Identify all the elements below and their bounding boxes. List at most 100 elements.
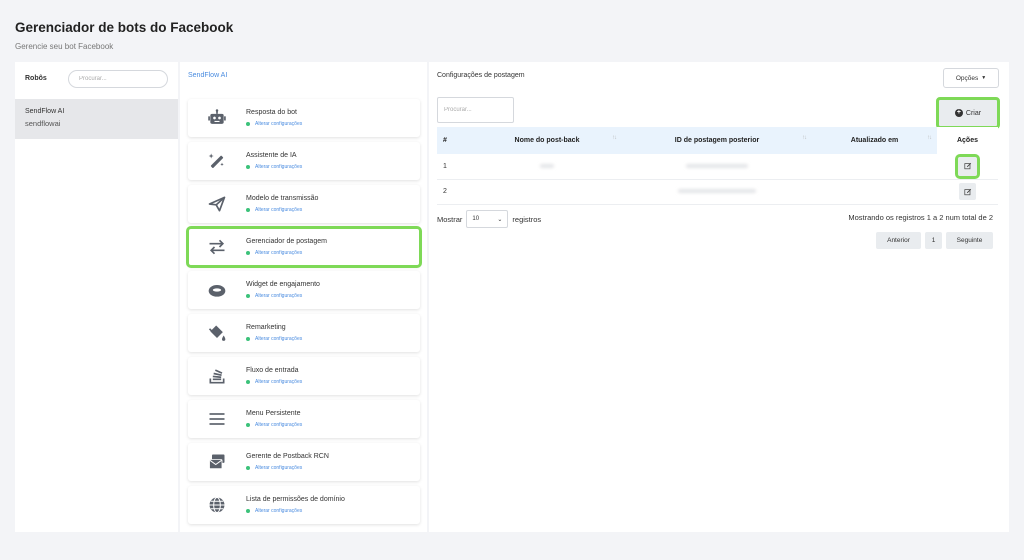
change-settings-link[interactable]: Alterar configurações	[246, 422, 302, 428]
menu-item-title: Widget de engajamento	[246, 281, 320, 288]
change-settings-link[interactable]: Alterar configurações	[246, 336, 302, 342]
paint-bucket-icon	[188, 323, 246, 343]
robot-icon	[188, 108, 246, 128]
change-settings-link[interactable]: Alterar configurações	[246, 465, 329, 471]
edit-icon	[963, 188, 971, 195]
post-settings-panel: Configurações de postagem Opções▼ + Cria…	[429, 62, 1009, 532]
status-dot-icon	[246, 165, 250, 169]
change-settings-link[interactable]: Alterar configurações	[246, 207, 318, 213]
status-dot-icon	[246, 208, 250, 212]
bot-handle: sendflowai	[25, 119, 61, 128]
bots-search-input[interactable]	[68, 69, 168, 88]
table-row: 1	[437, 153, 998, 180]
change-settings-link[interactable]: Alterar configurações	[246, 164, 302, 170]
change-settings-link[interactable]: Alterar configurações	[246, 250, 327, 256]
section-title: Configurações de postagem	[437, 72, 525, 79]
menu-item-assistente-de-ia[interactable]: Assistente de IA Alterar configurações	[188, 142, 420, 180]
table-search-input[interactable]	[437, 97, 514, 123]
updated-at-cell	[812, 154, 937, 180]
menu-item-resposta-do-bot[interactable]: Resposta do bot Alterar configurações	[188, 99, 420, 137]
pagination: Anterior 1 Seguinte	[872, 232, 993, 249]
edit-icon	[963, 163, 971, 170]
post-id-cell	[622, 179, 812, 205]
column-header-post-id[interactable]: ID de postagem posterior ↑↓	[622, 127, 812, 154]
menu-item-gerenciador-de-postagem[interactable]: Gerenciador de postagem Alterar configur…	[186, 226, 422, 268]
row-number: 1	[437, 154, 472, 180]
page-subtitle: Gerencie seu bot Facebook	[15, 42, 114, 51]
change-settings-link[interactable]: Alterar configurações	[246, 293, 320, 299]
status-dot-icon	[246, 122, 250, 126]
change-settings-link[interactable]: Alterar configurações	[246, 379, 302, 385]
bots-panel: Robôs SendFlow AI sendflowai	[15, 62, 178, 532]
next-page-button[interactable]: Seguinte	[946, 232, 993, 249]
options-dropdown-button[interactable]: Opções ▼	[943, 68, 999, 88]
previous-page-button[interactable]: Anterior	[876, 232, 921, 249]
page-length-control: Mostrar 10 ⌄ registros	[437, 210, 541, 228]
updated-at-cell	[812, 179, 937, 205]
page-length-select[interactable]: 10 ⌄	[466, 210, 509, 228]
hamburger-menu-icon	[188, 409, 246, 429]
menu-item-menu-persistente[interactable]: Menu Persistente Alterar configurações	[188, 400, 420, 438]
postback-name-cell	[472, 154, 622, 180]
bot-list-item[interactable]: SendFlow AI sendflowai	[15, 99, 178, 139]
page-title: Gerenciador de bots do Facebook	[15, 20, 234, 35]
table-row: 2	[437, 179, 998, 205]
paper-plane-icon	[188, 194, 246, 214]
menu-item-widget-de-engajamento[interactable]: Widget de engajamento Alterar configuraç…	[188, 271, 420, 309]
menu-item-gerente-de-postback-rcn[interactable]: Gerente de Postback RCN Alterar configur…	[188, 443, 420, 481]
envelopes-icon	[188, 452, 246, 472]
page-header: Gerenciador de bots do Facebook Gerencie…	[15, 20, 233, 51]
redacted-text	[540, 163, 554, 168]
post-id-cell	[622, 154, 812, 180]
status-dot-icon	[246, 423, 250, 427]
menu-item-title: Lista de permissões de domínio	[246, 496, 345, 503]
magic-wand-icon	[188, 151, 246, 171]
edit-button[interactable]	[955, 153, 980, 179]
page-1-button[interactable]: 1	[925, 232, 942, 249]
settings-menu-list: Resposta do bot Alterar configurações As…	[186, 99, 422, 529]
menu-item-title: Remarketing	[246, 324, 286, 331]
menu-item-modelo-de-transmissao[interactable]: Modelo de transmissão Alterar configuraç…	[188, 185, 420, 223]
status-dot-icon	[246, 509, 250, 513]
sort-icon: ↑↓	[612, 135, 617, 141]
menu-item-title: Modelo de transmissão	[246, 195, 319, 202]
sort-icon: ↑↓	[802, 135, 807, 141]
menu-item-lista-de-permissoes-de-dominio[interactable]: Lista de permissões de domínio Alterar c…	[188, 486, 420, 524]
column-header-actions: Ações	[937, 127, 998, 154]
bot-name: SendFlow AI	[25, 108, 65, 115]
plus-circle-icon: +	[954, 109, 963, 117]
chevron-down-icon: ⌄	[497, 216, 503, 223]
actions-cell	[937, 153, 998, 180]
postback-table: # Nome do post-back ↑↓ ID de postagem pos…	[437, 127, 998, 205]
sort-icon: ↑↓	[927, 135, 932, 141]
create-button[interactable]: + Criar	[936, 97, 1000, 129]
menu-item-title: Fluxo de entrada	[246, 367, 299, 374]
edit-button[interactable]	[959, 183, 976, 200]
inbox-stack-icon	[188, 366, 246, 386]
redacted-text	[686, 163, 748, 168]
length-suffix: registros	[512, 214, 542, 224]
menu-item-title: Resposta do bot	[246, 109, 297, 116]
globe-icon	[188, 495, 246, 515]
status-dot-icon	[246, 466, 250, 470]
status-dot-icon	[246, 294, 250, 298]
caret-down-icon: ▼	[981, 75, 987, 81]
ring-icon	[188, 280, 246, 300]
exchange-arrows-icon	[188, 237, 246, 257]
settings-menu-panel: SendFlow AI Resposta do bot Alterar conf…	[180, 62, 427, 532]
change-settings-link[interactable]: Alterar configurações	[246, 121, 302, 127]
menu-item-title: Assistente de IA	[246, 152, 297, 159]
menu-item-remarketing[interactable]: Remarketing Alterar configurações	[188, 314, 420, 352]
change-settings-link[interactable]: Alterar configurações	[246, 508, 345, 514]
status-dot-icon	[246, 380, 250, 384]
menu-item-title: Gerente de Postback RCN	[246, 453, 329, 460]
menu-brand-link[interactable]: SendFlow AI	[188, 72, 227, 79]
column-header-updated-at[interactable]: Atualizado em ↑↓	[812, 127, 937, 154]
menu-item-fluxo-de-entrada[interactable]: Fluxo de entrada Alterar configurações	[188, 357, 420, 395]
menu-item-title: Gerenciador de postagem	[246, 238, 327, 245]
column-header-number[interactable]: #	[437, 127, 472, 154]
column-header-postback-name[interactable]: Nome do post-back ↑↓	[472, 127, 622, 154]
menu-item-title: Menu Persistente	[246, 410, 301, 417]
bots-label: Robôs	[25, 75, 47, 82]
length-prefix: Mostrar	[437, 214, 463, 224]
